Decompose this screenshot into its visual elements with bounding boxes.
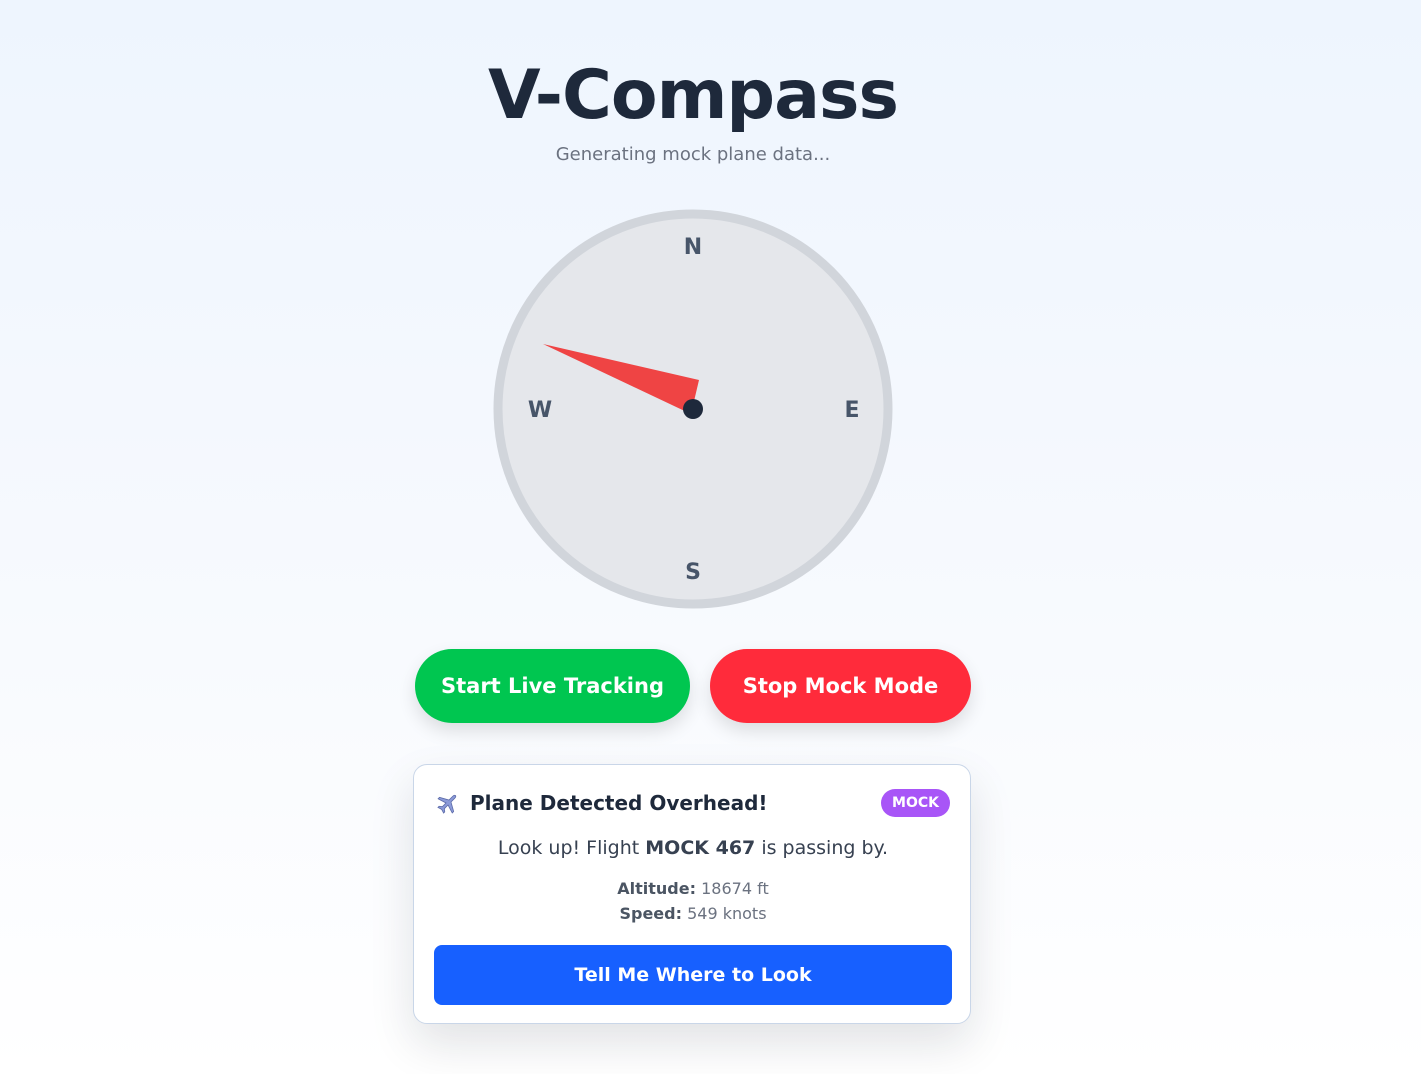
compass-dial: N E S W: [493, 209, 893, 609]
message-prefix: Look up! Flight: [497, 837, 646, 859]
mock-badge: MOCK: [881, 789, 950, 817]
message-suffix: is passing by.: [755, 837, 889, 859]
east-label: E: [844, 398, 860, 423]
airplane-icon: [436, 791, 460, 815]
altitude-label: Altitude:: [617, 879, 697, 898]
app-title: V-Compass: [488, 56, 899, 135]
control-buttons: Start Live Tracking Stop Mock Mode: [0, 649, 1386, 725]
flight-message: Look up! Flight MOCK 467 is passing by.: [414, 835, 972, 861]
stop-mock-mode-button[interactable]: Stop Mock Mode: [710, 649, 971, 723]
compass-pivot: [683, 399, 703, 419]
plane-detected-card: Plane Detected Overhead! MOCK Look up! F…: [413, 764, 971, 1024]
altitude-value: 18674 ft: [701, 879, 769, 898]
status-subtitle: Generating mock plane data...: [555, 144, 831, 165]
altitude-line: Altitude: 18674 ft: [414, 878, 972, 900]
speed-value: 549 knots: [687, 904, 767, 923]
tell-me-where-to-look-button[interactable]: Tell Me Where to Look: [434, 945, 952, 1005]
speed-line: Speed: 549 knots: [414, 903, 972, 925]
card-header: Plane Detected Overhead!: [436, 789, 768, 817]
start-live-tracking-button[interactable]: Start Live Tracking: [415, 649, 690, 723]
west-label: W: [527, 398, 553, 423]
north-label: N: [683, 235, 703, 260]
south-label: S: [685, 560, 701, 585]
flight-id: MOCK 467: [645, 837, 756, 859]
speed-label: Speed:: [619, 904, 682, 923]
card-title: Plane Detected Overhead!: [470, 791, 768, 815]
